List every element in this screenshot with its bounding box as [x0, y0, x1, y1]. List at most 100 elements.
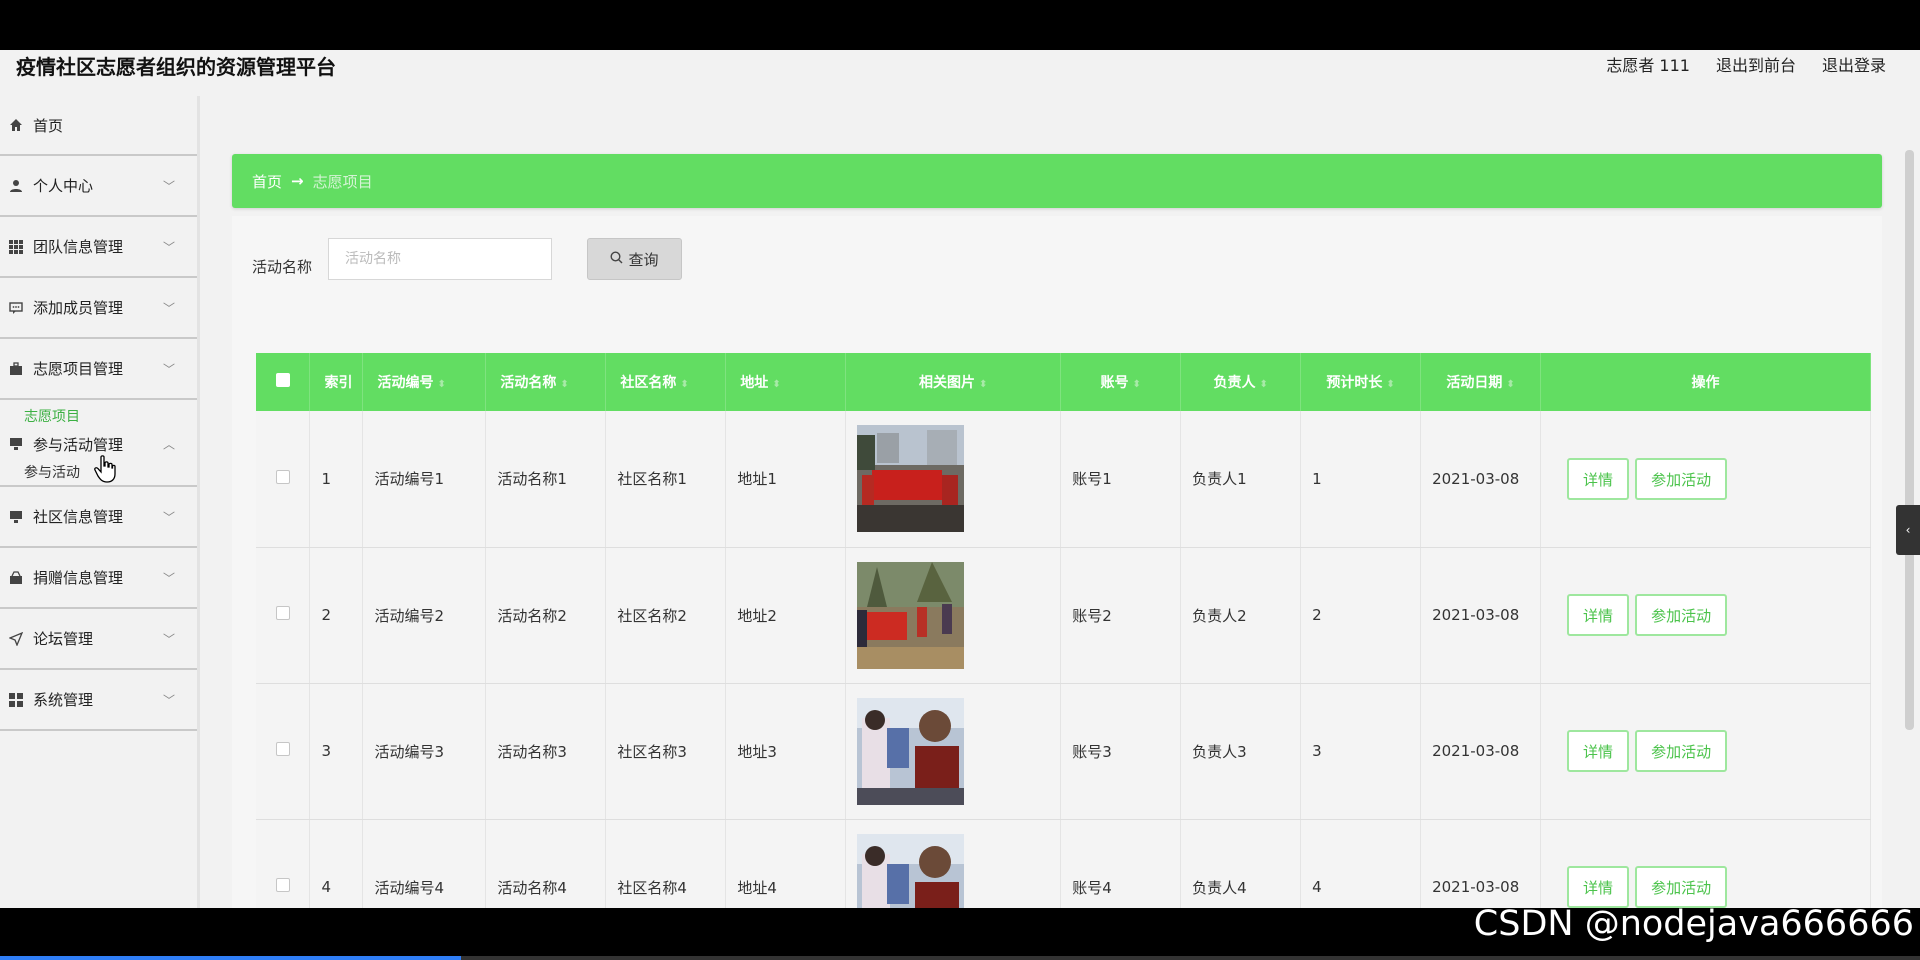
- cell-address: 地址4: [725, 819, 847, 908]
- column-header[interactable]: 社区名称 ⬍: [605, 353, 727, 411]
- search-icon: [610, 250, 623, 268]
- chat-icon: [8, 300, 24, 316]
- activity-photo[interactable]: [857, 425, 965, 533]
- search-input[interactable]: [328, 238, 552, 280]
- sidebar-item-home[interactable]: 首页: [0, 96, 197, 156]
- row-checkbox[interactable]: [275, 469, 290, 484]
- sidebar-item-community-info[interactable]: 社区信息管理 ﹀: [0, 487, 197, 548]
- cell-address: 地址2: [725, 547, 847, 684]
- join-activity-button[interactable]: 参加活动: [1635, 866, 1728, 908]
- sort-icon[interactable]: ⬍: [437, 379, 445, 390]
- table-row: 3 活动编号3 活动名称3 社区名称3 地址3 账号3 负责人3 3 2021-…: [256, 683, 1871, 820]
- row-checkbox[interactable]: [275, 742, 290, 756]
- hand-cursor-icon: [94, 455, 116, 483]
- sort-icon[interactable]: ⬍: [680, 379, 688, 390]
- column-header[interactable]: 预计时长 ⬍: [1300, 353, 1422, 411]
- sidebar-item-add-member[interactable]: 添加成员管理 ﹀: [0, 278, 197, 339]
- join-activity-button[interactable]: 参加活动: [1635, 594, 1728, 636]
- search-button-label: 查询: [628, 250, 659, 269]
- logout-link[interactable]: 退出登录: [1822, 52, 1886, 76]
- briefcase-icon: [8, 361, 24, 377]
- cell-image: [845, 683, 1062, 820]
- join-activity-button[interactable]: 参加活动: [1635, 457, 1728, 500]
- sort-icon[interactable]: ⬍: [1133, 379, 1141, 390]
- table-row: 1 活动编号1 活动名称1 社区名称1 地址1 账号1 负责人1 1 2021-…: [256, 411, 1871, 548]
- cell-leader: 负责人2: [1180, 547, 1302, 684]
- app-header: 疫情社区志愿者组织的资源管理平台 志愿者 111 退出到前台 退出登录: [0, 50, 1920, 79]
- breadcrumb: 首页 → 志愿项目: [232, 154, 1882, 208]
- table-row: 2 活动编号2 活动名称2 社区名称2 地址2 账号2 负责人2 2 2021-…: [256, 547, 1871, 684]
- detail-button[interactable]: 详情: [1567, 730, 1630, 772]
- column-header[interactable]: 地址 ⬍: [725, 353, 847, 411]
- send-icon: [8, 631, 24, 647]
- sidebar-item-label: 参与活动管理: [33, 435, 124, 454]
- column-header[interactable]: 负责人 ⬍: [1180, 353, 1302, 411]
- sidebar-item-label: 个人中心: [33, 177, 94, 195]
- column-header[interactable]: 账号 ⬍: [1060, 353, 1182, 411]
- row-select-cell[interactable]: [256, 683, 311, 820]
- join-activity-button[interactable]: 参加活动: [1635, 730, 1728, 772]
- cell-code: 活动编号1: [362, 411, 487, 548]
- sidebar-item-forum[interactable]: 论坛管理 ﹀: [0, 609, 197, 670]
- column-header[interactable]: 活动日期 ⬍: [1420, 353, 1542, 411]
- table-row: 4 活动编号4 活动名称4 社区名称4 地址4 账号4 负责人4 4 2021-…: [256, 819, 1871, 908]
- search-button[interactable]: 查询: [587, 238, 682, 280]
- cell-address: 地址1: [725, 411, 847, 548]
- chevron-down-icon: ﹀: [162, 632, 175, 646]
- chevron-left-icon[interactable]: ‹: [1896, 505, 1920, 555]
- cell-code: 活动编号2: [362, 547, 487, 684]
- row-checkbox[interactable]: [275, 878, 290, 892]
- sidebar-item-label: 添加成员管理: [33, 299, 124, 317]
- breadcrumb-current: 志愿项目: [312, 172, 373, 191]
- sidebar-item-team-info[interactable]: 团队信息管理 ﹀: [0, 217, 197, 278]
- cell-code: 活动编号3: [362, 683, 487, 820]
- breadcrumb-home[interactable]: 首页: [252, 171, 282, 192]
- cell-code: 活动编号4: [362, 819, 487, 908]
- cell-name: 活动名称4: [485, 819, 607, 908]
- cell-actions: 详情 参加活动: [1540, 547, 1871, 684]
- column-header[interactable]: 活动名称 ⬍: [485, 353, 607, 411]
- sidebar-subitem-volunteer-project[interactable]: 志愿项目: [0, 400, 197, 426]
- sort-icon[interactable]: ⬍: [1386, 379, 1394, 390]
- detail-button[interactable]: 详情: [1567, 866, 1630, 908]
- sidebar-item-label: 捐赠信息管理: [33, 569, 124, 587]
- apps-icon: [8, 692, 24, 708]
- sort-icon[interactable]: ⬍: [772, 379, 780, 390]
- cell-community: 社区名称1: [605, 411, 727, 548]
- current-user-label: 志愿者 111: [1606, 56, 1690, 75]
- chevron-down-icon: ﹀: [162, 179, 175, 193]
- cell-date: 2021-03-08: [1420, 683, 1542, 820]
- sidebar-item-volunteer-project[interactable]: 志愿项目管理 ﹀: [0, 339, 197, 400]
- chevron-up-icon: ︿: [162, 437, 175, 452]
- activity-photo[interactable]: [857, 697, 965, 805]
- row-checkbox[interactable]: [275, 606, 290, 620]
- sort-icon[interactable]: ⬍: [1259, 379, 1267, 390]
- cell-actions: 详情 参加活动: [1540, 819, 1871, 908]
- row-select-cell[interactable]: [256, 411, 311, 548]
- sidebar-item-personal-center[interactable]: 个人中心 ﹀: [0, 156, 197, 217]
- row-select-cell[interactable]: [256, 547, 311, 684]
- sort-icon[interactable]: ⬍: [560, 379, 568, 390]
- chevron-down-icon: ﹀: [162, 571, 175, 585]
- activity-photo[interactable]: [857, 561, 965, 669]
- select-all-cell[interactable]: [256, 353, 311, 411]
- vertical-scrollbar[interactable]: [1905, 150, 1914, 730]
- cell-index: 3: [309, 683, 364, 820]
- sort-icon[interactable]: ⬍: [979, 379, 987, 390]
- sidebar-item-label: 首页: [33, 116, 64, 135]
- row-select-cell[interactable]: [256, 819, 311, 908]
- sort-icon[interactable]: ⬍: [1506, 379, 1514, 390]
- video-progress-bar[interactable]: [0, 956, 1920, 960]
- sidebar-item-donation-info[interactable]: 捐赠信息管理 ﹀: [0, 548, 197, 609]
- column-header[interactable]: 相关图片 ⬍: [845, 353, 1062, 411]
- activity-photo[interactable]: [857, 833, 965, 909]
- video-top-letterbox: [0, 0, 1920, 50]
- sidebar-item-system[interactable]: 系统管理 ﹀: [0, 670, 197, 731]
- select-all-checkbox[interactable]: [275, 373, 290, 387]
- exit-to-frontend-link[interactable]: 退出到前台: [1716, 52, 1796, 76]
- grid-icon: [8, 239, 24, 255]
- detail-button[interactable]: 详情: [1567, 594, 1630, 636]
- detail-button[interactable]: 详情: [1567, 457, 1630, 500]
- cell-date: 2021-03-08: [1420, 411, 1542, 548]
- column-header[interactable]: 活动编号 ⬍: [362, 353, 487, 411]
